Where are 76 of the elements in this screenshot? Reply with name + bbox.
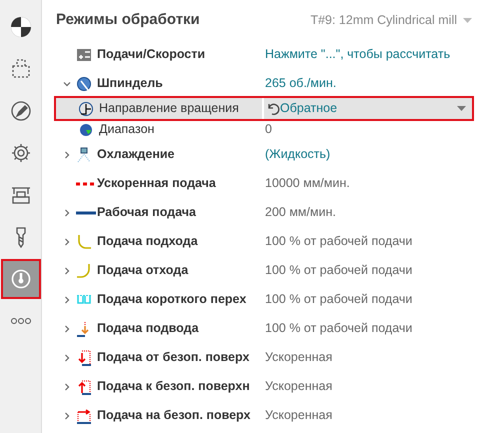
chevron-right-icon[interactable] (63, 382, 71, 390)
property-row[interactable]: Направление вращения Обратное (56, 98, 472, 119)
property-row[interactable]: Подача подвода 100 % от рабочей подачи (56, 314, 472, 343)
property-label: Подача подхода (97, 233, 198, 250)
property-value[interactable]: Нажмите "...", чтобы рассчитать (262, 45, 450, 64)
property-value: 10000 мм/мин. (264, 175, 350, 192)
chevron-right-icon[interactable] (63, 238, 71, 246)
property-value[interactable]: (Жидкость) (262, 145, 330, 164)
property-value: Ускоренная (264, 349, 332, 366)
property-row[interactable]: Подача на безоп. поверх Ускоренная (56, 401, 472, 430)
tool-selector[interactable]: T#9: 12mm Cylindrical mill (310, 11, 472, 30)
property-value: Ускоренная (264, 378, 332, 396)
property-label: Диапазон (99, 121, 154, 138)
more-icon (10, 317, 32, 325)
line-icon (76, 210, 96, 214)
property-row[interactable]: Диапазон 0 (56, 119, 472, 140)
caret-icon (457, 106, 466, 111)
chevron-right-icon[interactable] (63, 354, 71, 362)
property-row[interactable]: Подача отхода 100 % от рабочей подачи (56, 256, 472, 285)
chevron-right-icon[interactable] (63, 296, 71, 304)
property-label: Рабочая подача (97, 204, 196, 222)
property-row[interactable]: Ускоренная подача 10000 мм/мин. (56, 169, 472, 198)
property-label: Подача к безоп. поверхн (97, 378, 250, 396)
property-value: 100 % от рабочей подачи (264, 320, 412, 338)
property-label: Подачи/Скорости (97, 46, 206, 64)
panel-title: Режимы обработки (56, 10, 200, 30)
property-label: Подача на безоп. поверх (97, 407, 250, 424)
chevron-down-icon[interactable] (63, 80, 71, 88)
property-label: Шпиндель (97, 75, 163, 92)
right-arrow-icon (76, 408, 92, 424)
undo-arrow-icon (266, 102, 280, 116)
form-icon (76, 46, 92, 62)
property-row[interactable]: Подача короткого перех 100 % от рабочей подачи (56, 285, 472, 314)
spindle-icon (76, 76, 92, 92)
property-label: Подача от безоп. поверх (97, 349, 250, 366)
arc-icon (76, 262, 92, 278)
property-label: Подача подвода (97, 320, 199, 338)
chevron-right-icon[interactable] (63, 324, 71, 332)
property-value[interactable]: 265 об./мин. (262, 74, 336, 93)
property-value: Ускоренная (264, 407, 332, 424)
settings-icon (10, 142, 32, 164)
direction-dropdown[interactable]: Обратное (262, 98, 472, 119)
property-value: 100 % от рабочей подачи (264, 262, 412, 280)
down-arrow-icon (76, 350, 92, 366)
arc-icon (76, 234, 92, 250)
coolant-icon (76, 146, 92, 162)
origin-icon (10, 16, 32, 38)
link-path-icon (76, 295, 92, 304)
property-row[interactable]: Подача от безоп. поверх Ускоренная (56, 343, 472, 372)
property-row[interactable]: Подачи/Скорости Нажмите "...", чтобы рассчитать (56, 40, 472, 69)
property-label: Ускоренная подача (97, 175, 216, 192)
property-row[interactable]: Подача подхода 100 % от рабочей подачи (56, 227, 472, 256)
dashed-box-icon (10, 58, 32, 80)
dotted-line-icon (76, 182, 96, 186)
chevron-right-icon[interactable] (63, 208, 71, 216)
property-value: 0 (264, 121, 272, 138)
chevron-right-icon[interactable] (63, 412, 71, 420)
property-label: Направление вращения (99, 100, 239, 118)
property-value: 200 мм/мин. (264, 204, 336, 222)
rotation-icon (78, 100, 94, 116)
up-arrow-icon (76, 378, 92, 394)
property-row[interactable]: Рабочая подача 200 мм/мин. (56, 198, 472, 227)
property-label: Подача короткого перех (97, 291, 246, 308)
gauge-icon (10, 268, 32, 290)
property-label: Охлаждение (97, 146, 175, 164)
property-row[interactable]: Подача к безоп. поверхн Ускоренная (56, 372, 472, 401)
property-value: 100 % от рабочей подачи (264, 291, 412, 308)
property-value: 100 % от рабочей подачи (264, 233, 412, 250)
property-row[interactable]: Шпиндель 265 об./мин. (56, 69, 472, 98)
property-row[interactable]: Охлаждение (Жидкость) (56, 140, 472, 169)
caret-icon (463, 18, 472, 23)
compass-icon (10, 100, 32, 122)
chevron-right-icon[interactable] (63, 150, 71, 158)
globe-icon (78, 122, 94, 138)
chevron-right-icon[interactable] (63, 266, 71, 274)
property-label: Подача отхода (97, 262, 188, 280)
